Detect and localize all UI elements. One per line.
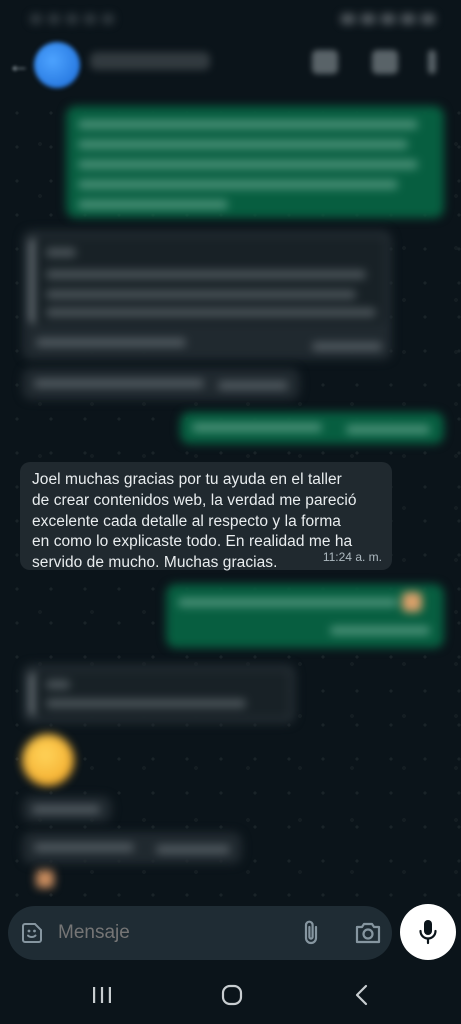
message-composer[interactable] <box>8 906 392 960</box>
status-bar <box>0 0 461 36</box>
blurred-incoming-message <box>22 368 300 400</box>
hugging-face-emoji-icon <box>22 734 74 786</box>
status-indicators <box>295 11 435 24</box>
chat-header: ← <box>0 36 461 96</box>
blurred-incoming-message <box>22 832 242 864</box>
small-emoji-icon <box>36 870 54 888</box>
voice-message-button[interactable] <box>400 904 456 960</box>
back-icon[interactable] <box>342 982 382 1008</box>
blurred-incoming-reply <box>22 664 296 724</box>
more-options-icon[interactable] <box>428 50 436 74</box>
home-icon[interactable] <box>212 982 252 1008</box>
message-list[interactable]: Joel muchas gracias por tu ayuda en el t… <box>0 96 461 904</box>
paperclip-icon[interactable] <box>300 919 322 947</box>
message-timestamp: 11:24 a. m. <box>322 550 382 564</box>
blurred-timestamp <box>22 796 112 822</box>
recents-icon[interactable] <box>82 982 122 1008</box>
system-navigation-bar <box>0 964 461 1024</box>
video-call-icon[interactable] <box>312 50 338 74</box>
microphone-icon <box>419 920 437 945</box>
back-arrow-icon[interactable]: ← <box>8 54 30 76</box>
voice-call-icon[interactable] <box>372 50 398 74</box>
blurred-outgoing-message <box>166 584 444 648</box>
blurred-outgoing-message <box>66 106 444 218</box>
blurred-outgoing-message <box>180 412 444 444</box>
avatar[interactable] <box>34 42 80 88</box>
incoming-message[interactable]: Joel muchas gracias por tu ayuda en el t… <box>20 462 392 571</box>
sticker-icon[interactable] <box>20 921 44 945</box>
camera-icon[interactable] <box>354 920 382 946</box>
message-input[interactable] <box>58 922 303 944</box>
blurred-incoming-reply <box>22 230 392 360</box>
contact-name-blurred[interactable] <box>90 52 210 70</box>
status-notifications <box>30 11 140 24</box>
emoji-icon <box>402 592 422 612</box>
